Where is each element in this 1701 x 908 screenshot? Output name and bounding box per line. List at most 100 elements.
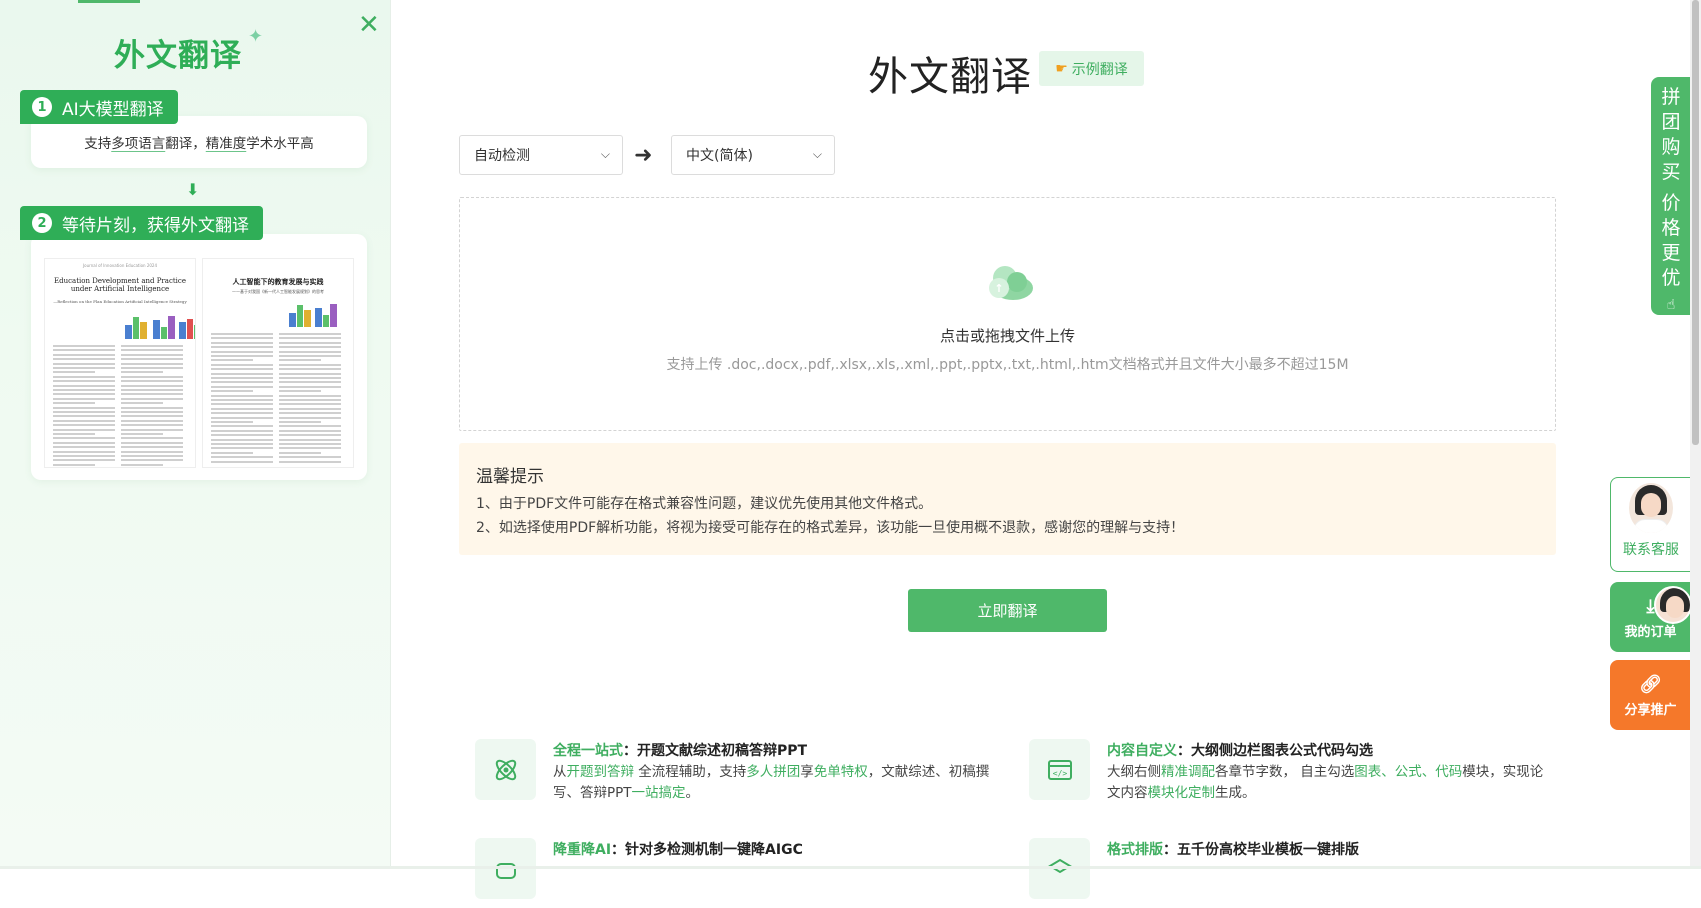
feature-desc-text: 从: [553, 764, 567, 780]
preview-chart: [315, 303, 338, 327]
preview-text-line: [279, 425, 341, 428]
preview-text-line: [211, 346, 273, 349]
notice-line-1: 1、由于PDF文件可能存在格式兼容性问题，建议优先使用其他文件格式。: [476, 496, 933, 512]
step1-number: 1: [32, 97, 52, 117]
preview-text-line: [279, 447, 341, 450]
file-upload-dropzone[interactable]: [459, 197, 1556, 431]
target-language-value: 中文(简体): [686, 148, 753, 164]
arrow-right-icon: ➜: [634, 143, 653, 168]
preview-text-line: [279, 451, 321, 454]
feature-desc-highlight: 免单特权: [813, 764, 868, 780]
feature-item: </> 内容自定义：大纲侧边栏图表公式代码勾选 大纲右侧精准调配各章节字数， 自…: [1029, 739, 1549, 809]
preview-text-line: [279, 394, 341, 397]
preview-text-line: [121, 389, 183, 391]
preview-text-line: [121, 362, 183, 365]
feature-title-highlight: 内容自定义: [1107, 743, 1177, 759]
feature-desc-highlight: 一站搞定: [631, 785, 686, 801]
my-orders-label: 我的订单: [1624, 625, 1677, 640]
target-language-select[interactable]: 中文(简体) ⌵: [671, 135, 835, 175]
step2-number: 2: [32, 213, 52, 233]
feature-desc-highlight: 图表、公式、代码: [1354, 764, 1463, 780]
feature-desc-highlight: 模块化定制: [1147, 785, 1216, 801]
preview-text-line: [279, 438, 341, 441]
preview-text-line: [279, 443, 341, 445]
preview-text-line: [211, 381, 273, 384]
feature-item: 全程一站式：开题文献综述初稿答辩PPT 从开题到答辩 全流程辅助，支持多人拼团享…: [475, 739, 995, 809]
left-intro-panel: 外文翻译 ✦ ✕ 1 AI大模型翻译 支持 多项语言 翻译， 精准度 学术水平高 ⬇ 2…: [0, 0, 391, 869]
preview-text-line: [211, 337, 273, 340]
preview-text-line: [121, 345, 183, 347]
step1-desc-part: 学术水平高: [246, 136, 314, 152]
notice-line-2: 2、如选择使用PDF解析功能，将视为接受可能存在的格式差异，该功能一旦使用概不退…: [476, 520, 1185, 536]
preview-text-line: [121, 380, 183, 383]
preview-text-line: [53, 384, 115, 387]
preview-text-line: [121, 349, 183, 352]
feature-desc-highlight: 多人拼团: [746, 764, 801, 780]
assistant-avatar[interactable]: [1654, 586, 1692, 624]
feature-title-highlight: 降重降AI: [553, 842, 612, 858]
scrollbar-thumb[interactable]: [1692, 0, 1699, 445]
preview-text-line: [211, 412, 273, 415]
preview-text-line: [279, 346, 341, 349]
preview-text-line: [53, 463, 95, 466]
preview-text-line: [279, 341, 341, 344]
preview-chart: [179, 315, 195, 339]
preview-text-line: [121, 455, 183, 457]
preview-text-line: [53, 345, 115, 347]
preview-text-line: [279, 372, 341, 375]
group-buy-tab[interactable]: 拼团购买价格更优 ☝: [1651, 77, 1691, 315]
preview-text-line: [53, 459, 115, 462]
preview-text-line: [211, 429, 273, 432]
preview-text-line: [279, 363, 341, 366]
preview-text-line: [279, 421, 321, 423]
preview-text-line: [121, 402, 163, 405]
preview-text-line: [211, 363, 273, 366]
cloud-upload-icon: ↑: [989, 266, 1033, 300]
feature-item: 降重降AI：针对多检测机制一键降AIGC: [475, 838, 995, 908]
preview-text-line: [211, 390, 253, 393]
preview-text-line: [53, 349, 115, 352]
preview-text-line: [121, 463, 163, 466]
preview-text-line: [53, 367, 115, 369]
translate-now-button[interactable]: 立即翻译: [908, 589, 1107, 632]
feature-desc-text: 全流程辅助，支持: [634, 764, 747, 780]
preview-text-line: [279, 359, 321, 362]
step1-desc-part: 翻译，: [165, 136, 206, 152]
group-buy-label: 拼团购买价格更优: [1661, 86, 1681, 289]
preview-text-line: [53, 362, 115, 365]
feature-desc-highlight: 开题到答辩: [566, 764, 635, 780]
feature-title-text: ：开题文献综述初稿答辩PPT: [623, 743, 808, 759]
page-title: 外文翻译: [868, 54, 1032, 100]
feature-title-highlight: 格式排版: [1107, 842, 1163, 858]
close-icon[interactable]: ✕: [358, 12, 380, 38]
feature-title-highlight: 全程一站式: [553, 743, 623, 759]
preview-text-line: [53, 428, 115, 431]
preview-text-line: [279, 337, 341, 340]
contact-service-button[interactable]: 联系客服: [1610, 477, 1691, 572]
feature-desc-text: 大纲右侧: [1107, 764, 1161, 780]
preview-text-line: [279, 434, 341, 437]
preview-text-line: [211, 407, 273, 410]
preview-text-line: [53, 437, 115, 440]
preview-text-line: [211, 377, 273, 379]
preview-text-line: [211, 403, 273, 406]
feature-desc-text: 。: [685, 785, 700, 801]
feature-desc-text: 享: [800, 764, 814, 780]
contact-service-label: 联系客服: [1623, 542, 1679, 558]
share-promote-button[interactable]: 🔗︎ 分享推广: [1610, 660, 1691, 730]
preview-text-line: [121, 450, 183, 453]
step1-desc-highlight: 多项语言: [111, 136, 166, 152]
preview-text-line: [121, 353, 183, 356]
source-language-select[interactable]: 自动检测 ⌵: [459, 135, 623, 175]
example-translation-button[interactable]: ☛ 示例翻译: [1039, 51, 1144, 86]
preview-en-subtitle: —Reflection on the Plan Education Artifi…: [53, 299, 187, 304]
preview-cn-title: 人工智能下的教育发展与实践: [232, 277, 324, 286]
sparkle-icon: ✦: [248, 26, 264, 47]
preview-text-line: [53, 446, 115, 449]
svg-text:↑: ↑: [994, 282, 1003, 295]
feature-title-text: ：针对多检测机制一键降AIGC: [611, 842, 803, 858]
preview-text-line: [121, 459, 183, 462]
feature-title-text: ：五千份高校毕业模板一键排版: [1163, 842, 1359, 858]
preview-text-line: [211, 385, 273, 388]
preview-text-line: [211, 368, 273, 371]
